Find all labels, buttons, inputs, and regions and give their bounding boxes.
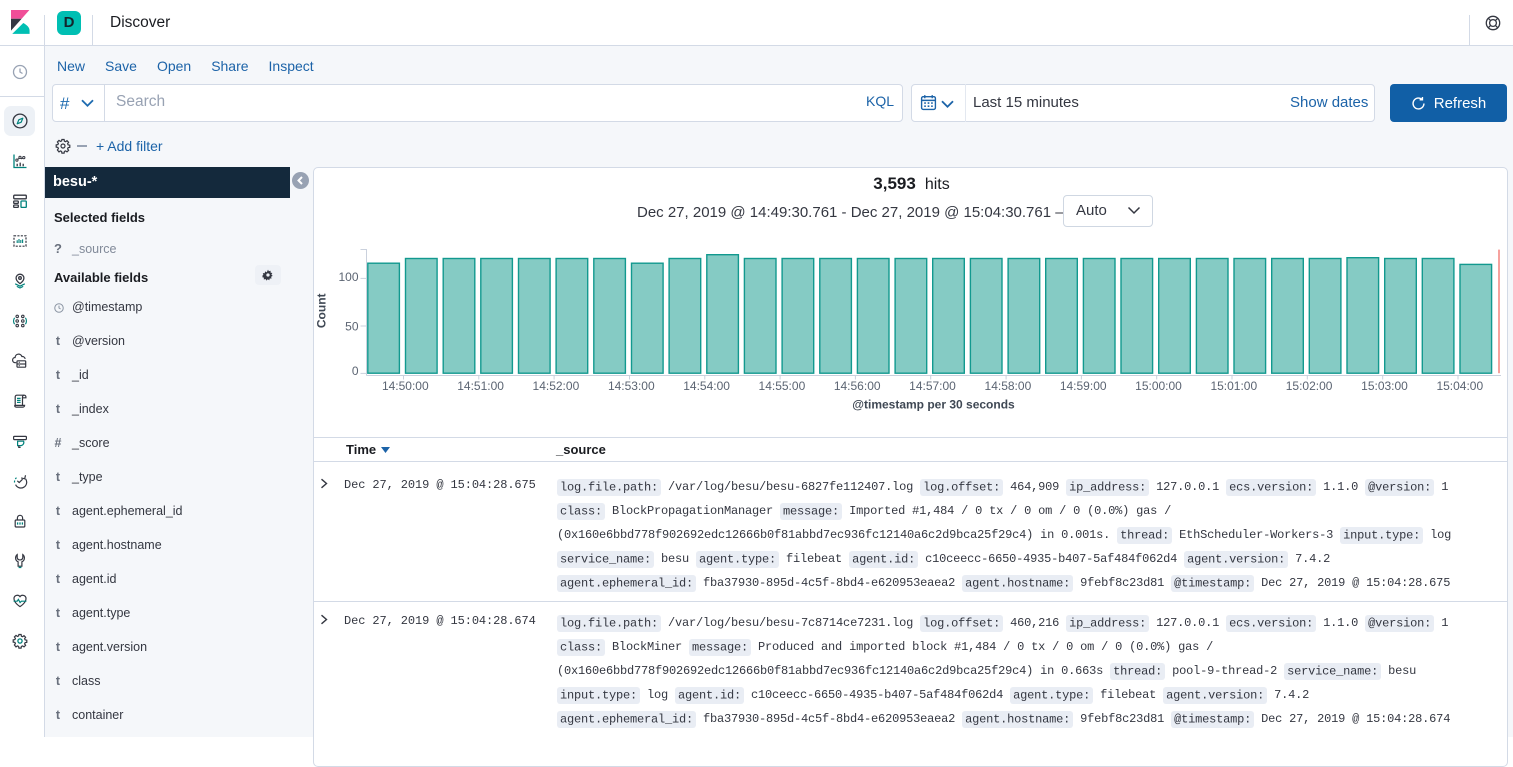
svg-text:15:01:00: 15:01:00 <box>1210 379 1257 393</box>
svg-text:15:03:00: 15:03:00 <box>1361 379 1408 393</box>
svg-text:14:54:00: 14:54:00 <box>683 379 730 393</box>
svg-text:14:51:00: 14:51:00 <box>457 379 504 393</box>
svg-text:0: 0 <box>352 364 359 378</box>
svg-text:15:00:00: 15:00:00 <box>1135 379 1182 393</box>
svg-text:14:52:00: 14:52:00 <box>533 379 580 393</box>
svg-text:14:55:00: 14:55:00 <box>759 379 806 393</box>
svg-text:14:56:00: 14:56:00 <box>834 379 881 393</box>
svg-text:14:59:00: 14:59:00 <box>1060 379 1107 393</box>
svg-text:14:58:00: 14:58:00 <box>985 379 1032 393</box>
svg-text:50: 50 <box>345 319 359 333</box>
svg-text:14:53:00: 14:53:00 <box>608 379 655 393</box>
svg-text:15:04:00: 15:04:00 <box>1436 379 1483 393</box>
svg-text:14:50:00: 14:50:00 <box>382 379 429 393</box>
svg-text:Count: Count <box>314 293 328 328</box>
svg-text:15:02:00: 15:02:00 <box>1286 379 1333 393</box>
svg-text:@timestamp per 30 seconds: @timestamp per 30 seconds <box>852 397 1015 411</box>
svg-text:100: 100 <box>338 270 358 284</box>
svg-text:14:57:00: 14:57:00 <box>909 379 956 393</box>
